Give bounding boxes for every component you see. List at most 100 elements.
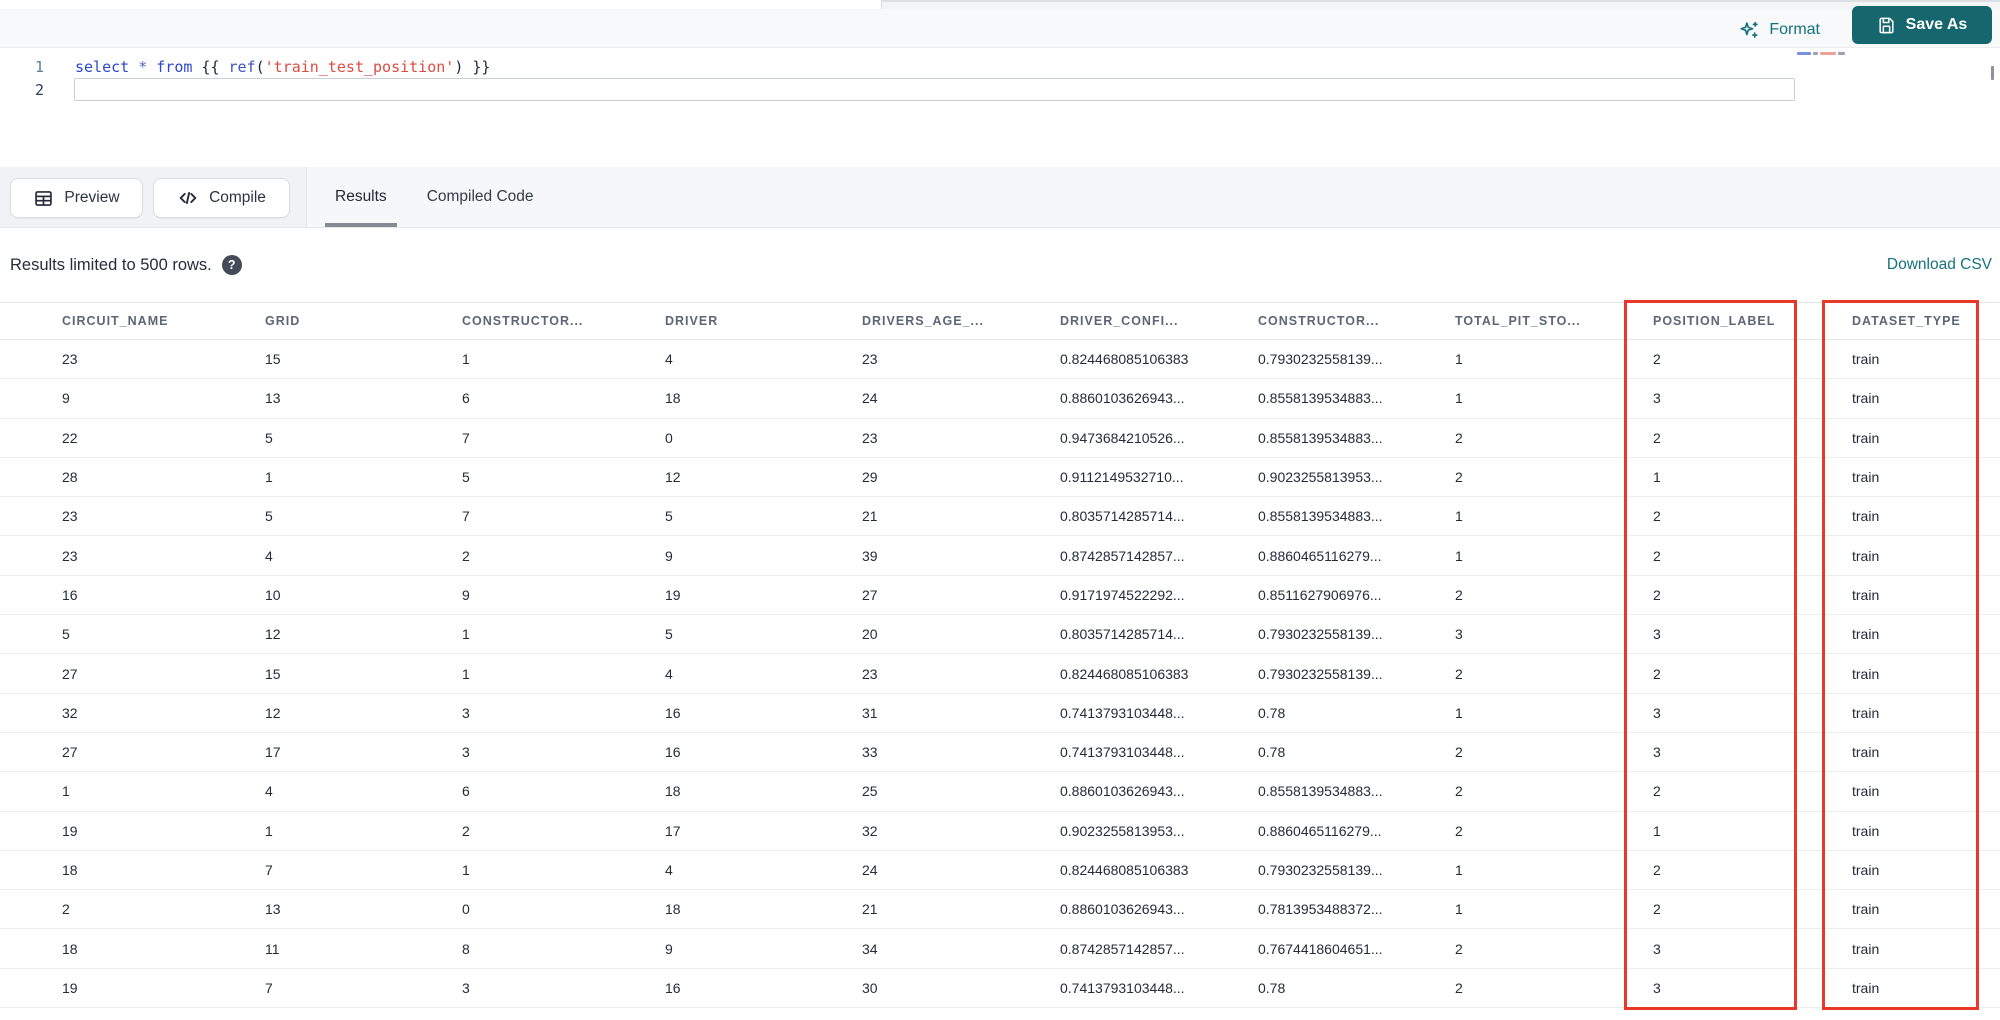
table-cell: 0.8035714285714...: [1060, 626, 1185, 643]
table-cell: 7: [265, 979, 273, 996]
table-cell: 3: [1653, 979, 1661, 996]
sql-editor[interactable]: 12 select * from {{ ref('train_test_posi…: [0, 48, 2000, 167]
table-cell: 23: [62, 351, 78, 368]
table-cell: 5: [665, 508, 673, 525]
table-cell: 1: [462, 626, 470, 643]
table-cell: 27: [62, 665, 78, 682]
help-icon[interactable]: ?: [221, 255, 242, 275]
table-cell: 6: [462, 390, 470, 407]
table-cell: 1: [462, 862, 470, 878]
table-cell: 9: [62, 390, 70, 407]
table-cell: train: [1852, 862, 1880, 878]
tab-compiled-code[interactable]: Compiled Code: [417, 167, 544, 227]
query-actions-zone: Preview Compile: [0, 167, 307, 227]
table-cell: train: [1852, 901, 1880, 918]
code-token: *: [138, 58, 148, 76]
table-cell: 0.8742857142857...: [1060, 940, 1185, 957]
table-cell: 33: [862, 744, 878, 761]
preview-label: Preview: [64, 189, 120, 206]
table-cell: 2: [1455, 822, 1463, 839]
table-cell: 18: [665, 390, 681, 407]
editor-toolbar: Format Save As: [0, 6, 2000, 48]
table-cell: 4: [265, 783, 273, 800]
table-cell: 1: [1455, 547, 1463, 564]
column-header: POSITION_LABEL: [1653, 314, 1776, 328]
table-cell: 0.9171974522292...: [1060, 586, 1185, 603]
table-cell: 16: [665, 704, 681, 721]
table-cell: 4: [665, 665, 673, 682]
download-csv-link[interactable]: Download CSV: [1887, 256, 1992, 274]
table-row: 5 12 1 5 20 0.8035714285714... 0.7930232558139…: [0, 615, 2000, 655]
table-cell: 0.7930232558139...: [1258, 351, 1383, 368]
tab-results[interactable]: Results: [325, 167, 397, 227]
format-button[interactable]: Format: [1739, 18, 1820, 42]
table-cell: 1: [1455, 351, 1463, 368]
table-cell: 0.8558139534883...: [1258, 390, 1383, 407]
column-header: DATASET_TYPE: [1852, 314, 1961, 328]
table-cell: 2: [1455, 586, 1463, 603]
table-cell: train: [1852, 351, 1880, 368]
table-cell: 1: [1455, 862, 1463, 878]
table-cell: 1: [265, 822, 273, 839]
table-cell: 2: [1653, 351, 1661, 368]
table-cell: 0: [665, 429, 673, 446]
table-cell: 30: [862, 979, 878, 996]
table-cell: 7: [462, 429, 470, 446]
table-cell: 10: [265, 586, 281, 603]
compile-button[interactable]: Compile: [153, 178, 290, 218]
table-row: 2 13 0 18 21 0.8860103626943... 0.781395348837…: [0, 890, 2000, 930]
table-cell: 0.8511627906976...: [1258, 586, 1382, 603]
table-cell: 2: [1653, 547, 1661, 564]
code-brackets-icon: [177, 187, 199, 209]
table-cell: 9: [665, 940, 673, 957]
editor-scrollbar-marker[interactable]: [1991, 66, 1994, 80]
editor-minimap[interactable]: [1797, 50, 1857, 56]
table-cell: 0.78: [1258, 744, 1286, 761]
table-cell: 9: [462, 586, 470, 603]
table-cell: 3: [462, 744, 470, 761]
table-cell: 0.8558139534883...: [1258, 429, 1383, 446]
table-cell: 5: [462, 469, 470, 486]
table-cell: 0.7930232558139...: [1258, 626, 1383, 643]
table-cell: train: [1852, 783, 1880, 800]
table-cell: train: [1852, 586, 1880, 603]
table-cell: 0.7674418604651...: [1258, 940, 1383, 957]
table-cell: 1: [462, 665, 470, 682]
table-cell: 1: [1653, 822, 1661, 839]
table-cell: 7: [265, 862, 273, 878]
pane-top-strip: [881, 0, 2000, 9]
code-token: select: [75, 58, 130, 76]
table-cell: 9: [665, 547, 673, 564]
table-cell: 19: [62, 979, 78, 996]
table-cell: 3: [1653, 704, 1661, 721]
table-body: 23 15 1 4 23 0.824468085106383 0.7930232558139…: [0, 340, 2000, 1009]
table-cell: 24: [862, 862, 878, 878]
preview-button[interactable]: Preview: [10, 178, 143, 218]
table-cell: train: [1852, 704, 1880, 721]
table-cell: 6: [462, 783, 470, 800]
table-cell: 0.7413793103448...: [1060, 979, 1185, 996]
table-cell: train: [1852, 626, 1880, 643]
table-cell: 27: [862, 586, 878, 603]
table-cell: train: [1852, 469, 1880, 486]
active-line-highlight: [74, 78, 1795, 101]
table-cell: 19: [665, 586, 681, 603]
table-cell: 18: [665, 783, 681, 800]
table-cell: 23: [862, 665, 878, 682]
sql-code-line[interactable]: select * from {{ ref('train_test_positio…: [75, 56, 1795, 79]
table-cell: 15: [265, 665, 281, 682]
column-header: CIRCUIT_NAME: [62, 314, 169, 328]
table-cell: 3: [1653, 626, 1661, 643]
table-cell: 2: [462, 547, 470, 564]
save-as-button[interactable]: Save As: [1852, 6, 1992, 44]
table-cell: 16: [665, 979, 681, 996]
table-row: 23 5 7 5 21 0.8035714285714... 0.8558139534883…: [0, 497, 2000, 537]
table-cell: train: [1852, 822, 1880, 839]
table-cell: 0.8035714285714...: [1060, 508, 1185, 525]
table-cell: 15: [265, 351, 281, 368]
table-cell: 1: [1653, 469, 1661, 486]
table-cell: 0.78: [1258, 979, 1286, 996]
code-token: from: [156, 58, 193, 76]
table-cell: 0.7813953488372...: [1258, 901, 1383, 918]
